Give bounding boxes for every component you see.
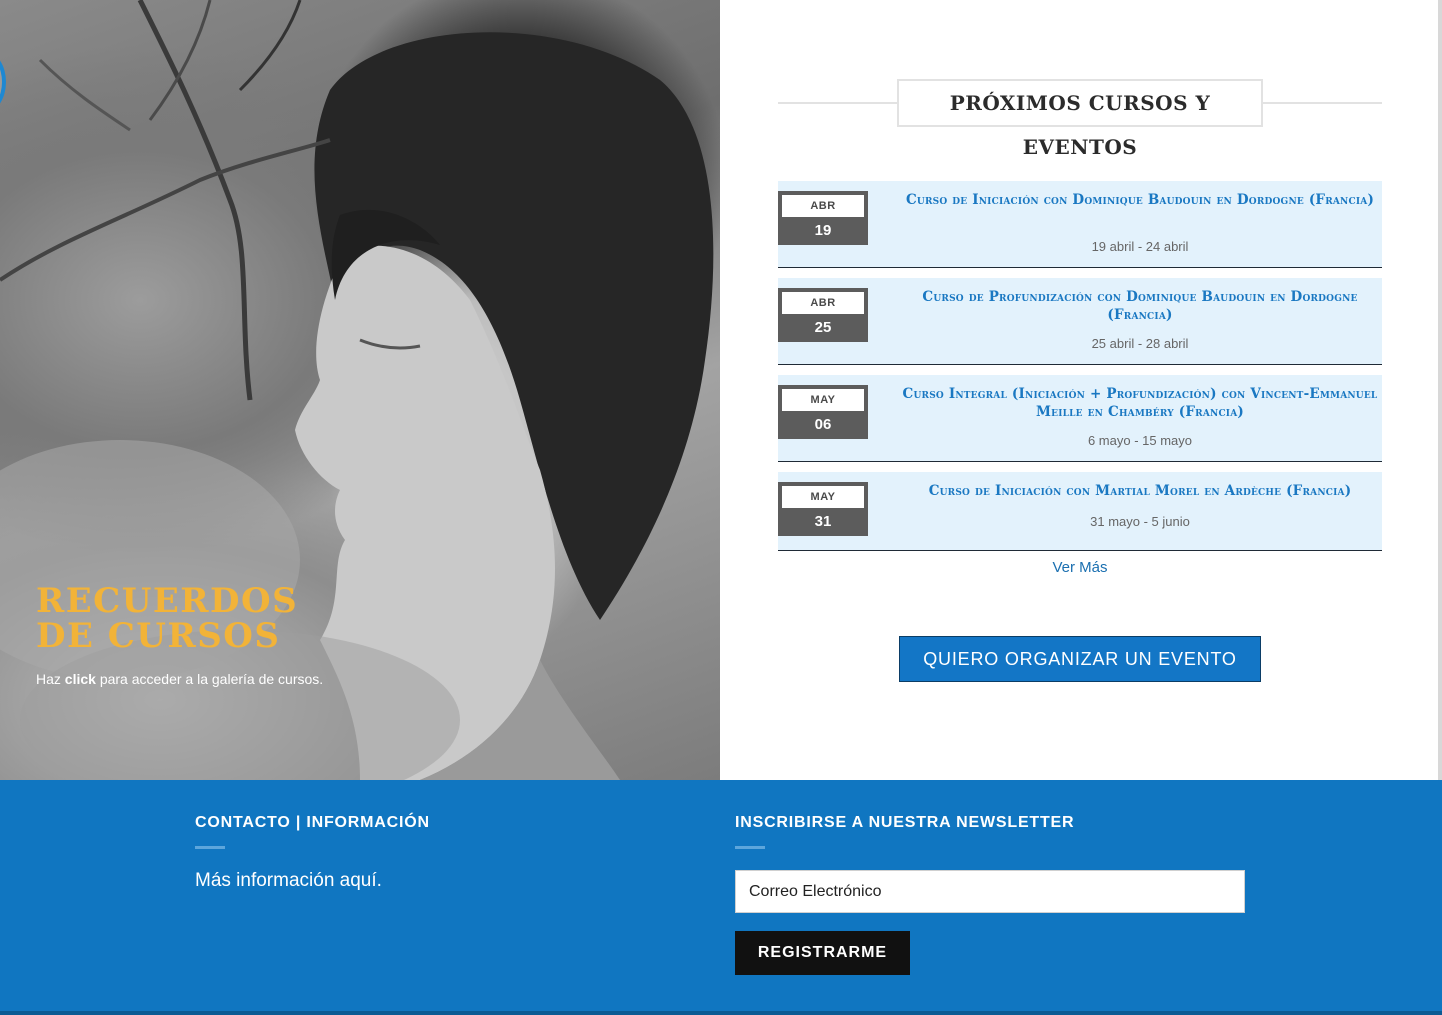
event-item[interactable]: MAY 06 Curso Integral (Iniciación + Prof… — [778, 375, 1382, 462]
event-month: ABR — [782, 195, 864, 217]
hero-title-line1: Recuerdos — [36, 581, 299, 621]
event-month: ABR — [782, 292, 864, 314]
newsletter-register-button[interactable]: REGISTRARME — [735, 931, 910, 975]
events-heading-block: PRÓXIMOS CURSOS Y EVENTOS — [778, 79, 1382, 159]
hero-caption-click[interactable]: click — [65, 671, 96, 687]
event-date-badge: ABR 25 — [778, 288, 868, 342]
event-day: 25 — [814, 319, 832, 336]
hero-title-line2: de cursos — [36, 616, 281, 656]
event-title-link[interactable]: Curso de Iniciación con Martial Morel en… — [900, 482, 1380, 500]
hero-caption-post: para acceder a la galería de cursos. — [95, 671, 324, 687]
event-day: 19 — [814, 222, 832, 239]
contact-heading: CONTACTO | INFORMACIÓN — [195, 814, 430, 831]
event-date-badge: ABR 19 — [778, 191, 868, 245]
event-date-range: 31 mayo - 5 junio — [1090, 514, 1190, 529]
event-day: 31 — [814, 513, 832, 530]
event-date-range: 19 abril - 24 abril — [1091, 239, 1189, 254]
event-title-link[interactable]: Curso de Profundización con Dominique Ba… — [900, 288, 1380, 324]
event-date-badge: MAY 06 — [778, 385, 868, 439]
more-info-link[interactable]: Más información aquí. — [195, 870, 382, 892]
heading-rule-left — [778, 102, 898, 104]
site-footer: CONTACTO | INFORMACIÓN Más información a… — [0, 780, 1442, 1015]
event-item[interactable]: MAY 31 Curso de Iniciación con Martial M… — [778, 472, 1382, 551]
newsletter-heading-underline — [735, 846, 765, 849]
hero-caption: Haz click para acceder a la galería de c… — [36, 671, 323, 687]
newsletter-heading: INSCRIBIRSE A NUESTRA NEWSLETTER — [735, 814, 1075, 831]
event-month: MAY — [782, 389, 864, 411]
page-edge-divider — [1438, 0, 1442, 780]
event-month: MAY — [782, 486, 864, 508]
hero-caption-pre: Haz — [36, 671, 65, 687]
event-item[interactable]: ABR 25 Curso de Profundización con Domin… — [778, 278, 1382, 365]
event-title-link[interactable]: Curso Integral (Iniciación + Profundizac… — [900, 385, 1380, 421]
event-title-link[interactable]: Curso de Iniciación con Dominique Baudou… — [900, 191, 1380, 209]
contact-heading-underline — [195, 846, 225, 849]
newsletter-email-input[interactable] — [735, 870, 1245, 913]
event-item[interactable]: ABR 19 Curso de Iniciación con Dominique… — [778, 181, 1382, 268]
gallery-hero-image[interactable]: Recuerdos de cursos Haz click para acced… — [0, 0, 720, 780]
event-date-range: 25 abril - 28 abril — [1091, 336, 1189, 351]
event-date-range: 6 mayo - 15 mayo — [1087, 433, 1193, 448]
woman-profile-photo — [0, 0, 714, 780]
events-heading: PRÓXIMOS CURSOS Y EVENTOS — [897, 79, 1263, 159]
hero-title[interactable]: Recuerdos de cursos — [36, 584, 356, 654]
more-events-link[interactable]: Ver Más — [1000, 559, 1160, 576]
heading-rule-right — [1262, 102, 1382, 104]
event-day: 06 — [814, 416, 832, 433]
organize-event-button[interactable]: QUIERO ORGANIZAR UN EVENTO — [899, 636, 1261, 682]
event-date-badge: MAY 31 — [778, 482, 868, 536]
